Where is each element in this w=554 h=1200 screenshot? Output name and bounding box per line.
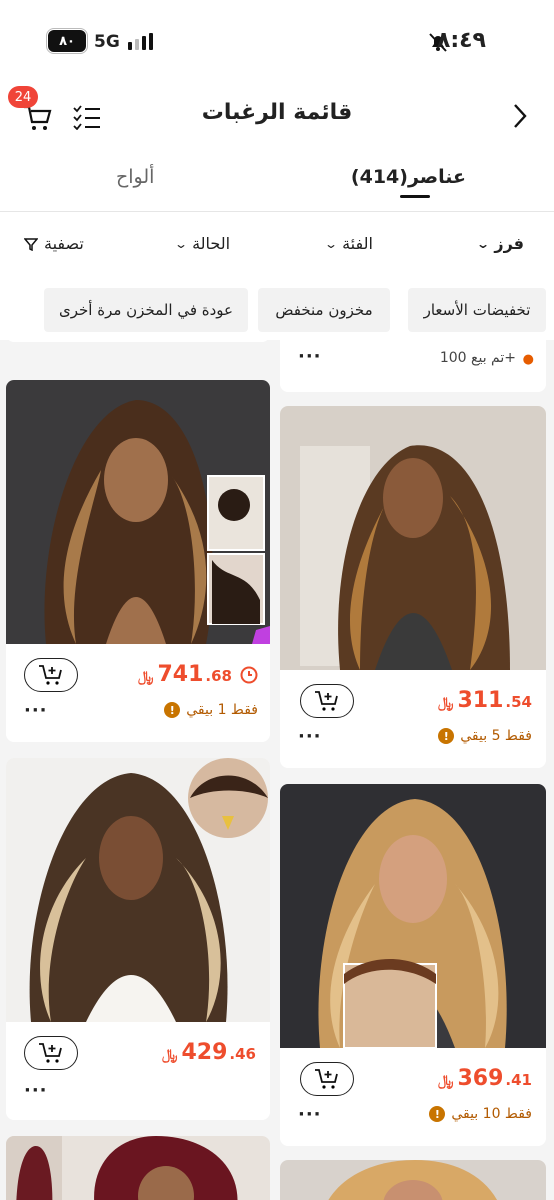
stock-warning: ! فقط 1 بيقي: [164, 702, 258, 718]
add-cart-icon: [315, 691, 338, 711]
funnel-icon: [24, 237, 38, 251]
more-options-icon[interactable]: ···: [298, 346, 322, 367]
chip-price-drops[interactable]: تخفيضات الأسعار: [408, 288, 546, 332]
filter-label: تصفية: [44, 234, 84, 253]
tab-boards[interactable]: ألواح: [116, 166, 154, 188]
warning-icon: !: [429, 1106, 446, 1122]
product-price: ﷼ 429 .46: [161, 1040, 256, 1065]
tab-bar: عناصر(414) ألواح: [0, 152, 554, 212]
more-options-icon[interactable]: ···: [298, 726, 322, 747]
category-dropdown[interactable]: ⌄ الفئة: [323, 234, 373, 253]
add-to-cart-button[interactable]: [300, 684, 354, 718]
add-to-cart-button[interactable]: [24, 1036, 78, 1070]
sort-dropdown[interactable]: ⌄ فرز: [476, 234, 524, 253]
active-tab-indicator: [400, 195, 430, 198]
battery-level: ٨٠: [48, 30, 86, 52]
product-price: ﷼ 741 .68: [137, 662, 232, 687]
add-cart-icon: [39, 665, 62, 685]
chip-back-in-stock[interactable]: عودة في المخزن مرة أخرى: [44, 288, 248, 332]
back-chevron-icon[interactable]: [512, 102, 528, 130]
product-price: ﷼ 311 .54: [437, 688, 532, 713]
product-image: [280, 1160, 546, 1200]
state-dropdown[interactable]: ⌄ الحالة: [173, 234, 231, 253]
product-card[interactable]: ﷼ 741 .68 ! فقط 1 بيقي ···: [6, 380, 270, 742]
product-card-partial[interactable]: تم بيع 100+ ● ···: [280, 340, 546, 392]
add-to-cart-button[interactable]: [24, 658, 78, 692]
fire-icon: ●: [522, 352, 534, 367]
category-label: الفئة: [342, 234, 373, 253]
clock-icon: [240, 666, 258, 684]
more-options-icon[interactable]: ···: [298, 1104, 322, 1125]
product-image: [280, 406, 546, 670]
filter-button[interactable]: تصفية: [24, 234, 84, 253]
warning-icon: !: [164, 702, 181, 718]
add-cart-icon: [39, 1043, 62, 1063]
add-cart-icon: [315, 1069, 338, 1089]
product-image: [6, 1136, 270, 1200]
product-image: [6, 380, 270, 644]
product-grid: تم بيع 100+ ● ··· ﷼ 311 .54 ! فقط 5 بيقي…: [0, 340, 554, 1200]
signal-icon: [128, 33, 153, 50]
warning-icon: !: [438, 728, 455, 744]
network-type: 5G: [94, 32, 120, 52]
filter-bar: ⌄ فرز ⌄ الفئة ⌄ الحالة تصفية: [0, 226, 554, 266]
tab-items[interactable]: عناصر(414): [351, 166, 466, 188]
stock-warning: ! فقط 10 بيقي: [429, 1106, 532, 1122]
chevron-down-icon: ⌄: [323, 236, 339, 251]
page-title: قائمة الرغبات: [201, 100, 353, 125]
product-card-partial: [6, 340, 270, 342]
product-card[interactable]: ﷼ 369 .41 ! فقط 10 بيقي ···: [280, 784, 546, 1146]
chip-low-stock[interactable]: مخزون منخفض: [258, 288, 390, 332]
product-price: ﷼ 369 .41: [437, 1066, 532, 1091]
state-label: الحالة: [192, 234, 231, 253]
sold-count: تم بيع 100+: [439, 350, 516, 366]
product-image: [6, 758, 270, 1022]
clock: ٨:٤٩: [436, 28, 486, 53]
product-image: [280, 784, 546, 1048]
product-card-partial[interactable]: [280, 1160, 546, 1200]
chevron-down-icon: ⌄: [476, 236, 491, 251]
product-card[interactable]: ﷼ 429 .46 ···: [6, 758, 270, 1120]
quick-filter-chips: تخفيضات الأسعار مخزون منخفض عودة في المخ…: [0, 288, 554, 334]
product-card-partial[interactable]: [6, 1136, 270, 1200]
stock-warning: ! فقط 5 بيقي: [438, 728, 532, 744]
more-options-icon[interactable]: ···: [24, 700, 48, 721]
chevron-down-icon: ⌄: [173, 236, 189, 251]
sort-label: فرز: [494, 234, 524, 253]
add-to-cart-button[interactable]: [300, 1062, 354, 1096]
product-card[interactable]: ﷼ 311 .54 ! فقط 5 بيقي ···: [280, 406, 546, 768]
more-options-icon[interactable]: ···: [24, 1080, 48, 1101]
app-header: 24 قائمة الرغبات: [0, 80, 554, 152]
status-bar: ٨٠ 5G ٨:٤٩: [0, 0, 554, 80]
